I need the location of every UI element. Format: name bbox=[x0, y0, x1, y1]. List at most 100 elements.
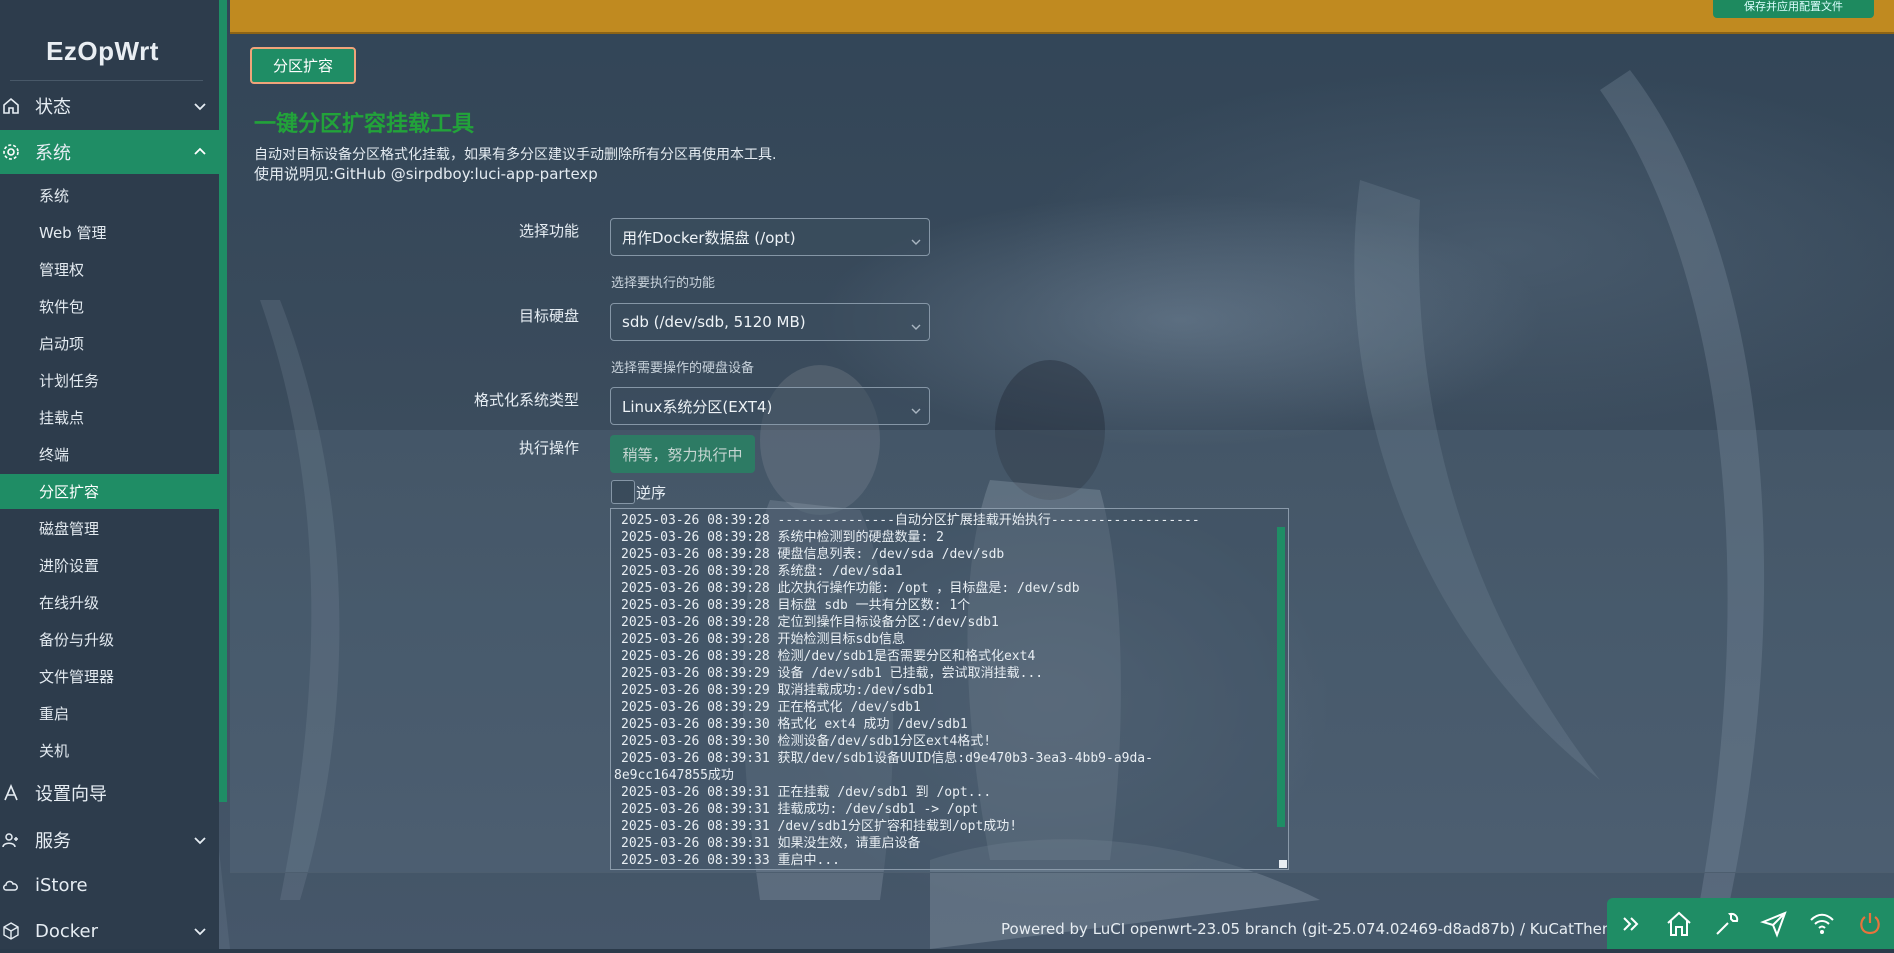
sidebar-item-label: 系统 bbox=[35, 143, 71, 164]
chevron-down-icon bbox=[911, 318, 921, 336]
log-line: 2025-03-26 08:39:29 设备 /dev/sdb1 已挂载，尝试取… bbox=[621, 666, 1044, 681]
chevron-down-icon bbox=[911, 233, 921, 251]
box-icon bbox=[1, 921, 21, 941]
footer-divider bbox=[230, 872, 1894, 873]
users-icon bbox=[1, 830, 21, 850]
sidebar-sub-mounts[interactable]: 挂载点 bbox=[0, 400, 219, 435]
sidebar-item-wizard[interactable]: 设置向导 bbox=[0, 771, 219, 815]
sidebar-sub-shutdown[interactable]: 关机 bbox=[0, 733, 219, 768]
home-icon bbox=[1, 96, 21, 116]
wizard-icon bbox=[1, 783, 21, 803]
log-line: 2025-03-26 08:39:31 挂载成功: /dev/sdb1 -> /… bbox=[621, 802, 979, 817]
wrench-icon[interactable] bbox=[1703, 898, 1751, 949]
log-line: 2025-03-26 08:39:31 /dev/sdb1分区扩容和挂载到/op… bbox=[621, 819, 1018, 834]
quick-dock bbox=[1607, 898, 1894, 949]
sidebar-sub-label: 磁盘管理 bbox=[39, 520, 100, 538]
disk-select[interactable]: sdb (/dev/sdb, 5120 MB) bbox=[610, 303, 930, 341]
log-line: 2025-03-26 08:39:31 获取/dev/sdb1设备UUID信息:… bbox=[621, 751, 1153, 766]
disk-label: 目标硬盘 bbox=[518, 307, 579, 325]
function-select[interactable]: 用作Docker数据盘 (/opt) bbox=[610, 218, 930, 256]
log-line: 2025-03-26 08:39:31 正在挂载 /dev/sdb1 到 /op… bbox=[621, 785, 992, 800]
sidebar-sub-label: 软件包 bbox=[39, 298, 85, 316]
sidebar-sub-label: 在线升级 bbox=[39, 594, 100, 612]
logo-divider bbox=[10, 80, 203, 81]
home-icon[interactable] bbox=[1655, 898, 1703, 949]
log-line: 2025-03-26 08:39:28 定位到操作目标设备分区:/dev/sdb… bbox=[621, 615, 999, 630]
footer-text: Powered by LuCI openwrt-23.05 branch (gi… bbox=[1001, 920, 1626, 938]
sidebar-sub-packages[interactable]: 软件包 bbox=[0, 289, 219, 324]
log-line: 2025-03-26 08:39:28 系统盘: /dev/sda1 bbox=[621, 564, 903, 579]
execute-button[interactable]: 稍等，努力执行中 bbox=[610, 435, 755, 473]
sidebar-sub-label: 挂载点 bbox=[39, 409, 85, 427]
sidebar-sub-label: 分区扩容 bbox=[39, 483, 100, 501]
sidebar-sub-web-admin[interactable]: Web 管理 bbox=[0, 215, 219, 250]
chevrons-right-icon[interactable] bbox=[1607, 898, 1655, 949]
sidebar-item-docker[interactable]: Docker bbox=[0, 909, 219, 953]
sidebar-sub-terminal[interactable]: 终端 bbox=[0, 437, 219, 472]
sidebar-sub-system[interactable]: 系统 bbox=[0, 178, 219, 213]
disk-select-value: sdb (/dev/sdb, 5120 MB) bbox=[622, 313, 806, 331]
sidebar-sub-partexp[interactable]: 分区扩容 bbox=[0, 474, 219, 509]
log-line: 2025-03-26 08:39:30 检测设备/dev/sdb1分区ext4格… bbox=[621, 734, 992, 749]
function-select-value: 用作Docker数据盘 (/opt) bbox=[622, 228, 796, 247]
sidebar-sub-label: 文件管理器 bbox=[39, 668, 115, 686]
sidebar-sub-online-upgrade[interactable]: 在线升级 bbox=[0, 585, 219, 620]
sidebar-sub-label: 系统 bbox=[39, 187, 70, 205]
sidebar-sub-disk-manager[interactable]: 磁盘管理 bbox=[0, 511, 219, 546]
top-notice-bar bbox=[230, 0, 1894, 34]
function-label: 选择功能 bbox=[518, 222, 579, 240]
chevron-down-icon bbox=[911, 402, 921, 420]
fs-type-label: 格式化系统类型 bbox=[473, 391, 579, 409]
sidebar-item-services[interactable]: 服务 bbox=[0, 818, 219, 862]
sidebar-sub-file-manager[interactable]: 文件管理器 bbox=[0, 659, 219, 694]
chevron-down-icon bbox=[193, 831, 207, 852]
page-description: 自动对目标设备分区格式化挂载，如果有多分区建议手动删除所有分区再使用本工具. bbox=[254, 147, 777, 163]
log-line: 2025-03-26 08:39:28 ---------------自动分区扩… bbox=[621, 513, 1200, 528]
chevron-down-icon bbox=[193, 922, 207, 943]
sidebar-item-label: 服务 bbox=[35, 831, 71, 852]
reverse-label: 逆序 bbox=[636, 484, 667, 502]
sidebar-sub-admin[interactable]: 管理权 bbox=[0, 252, 219, 287]
app-logo: EzOpWrt bbox=[46, 36, 159, 66]
exec-label: 执行操作 bbox=[518, 439, 579, 457]
log-line: 2025-03-26 08:39:31 如果没生效，请重启设备 bbox=[621, 836, 921, 851]
sidebar-sub-label: 关机 bbox=[39, 742, 70, 760]
wifi-icon[interactable] bbox=[1798, 898, 1846, 949]
log-textarea[interactable]: 2025-03-26 08:39:28 ---------------自动分区扩… bbox=[610, 508, 1289, 870]
sidebar-sub-startup[interactable]: 启动项 bbox=[0, 326, 219, 361]
sidebar-sub-backup[interactable]: 备份与升级 bbox=[0, 622, 219, 657]
sidebar-item-label: Docker bbox=[35, 920, 99, 942]
chevron-up-icon bbox=[193, 143, 207, 164]
log-line: 2025-03-26 08:39:28 系统中检测到的硬盘数量: 2 bbox=[621, 530, 945, 545]
log-line: 2025-03-26 08:39:29 正在格式化 /dev/sdb1 bbox=[621, 700, 921, 715]
sidebar-item-status[interactable]: 状态 bbox=[0, 84, 219, 128]
sidebar-item-istore[interactable]: iStore bbox=[0, 863, 219, 907]
fs-type-select-value: Linux系统分区(EXT4) bbox=[622, 397, 773, 416]
resize-handle-icon[interactable] bbox=[1279, 860, 1287, 868]
chevron-down-icon bbox=[193, 97, 207, 118]
log-line: 2025-03-26 08:39:28 目标盘 sdb 一共有分区数: 1个 bbox=[621, 598, 971, 613]
save-apply-button[interactable]: 保存并应用配置文件 bbox=[1713, 0, 1874, 18]
log-line: 2025-03-26 08:39:30 格式化 ext4 成功 /dev/sdb… bbox=[621, 717, 968, 732]
sidebar-sub-reboot[interactable]: 重启 bbox=[0, 696, 219, 731]
sidebar-sub-advanced[interactable]: 进阶设置 bbox=[0, 548, 219, 583]
log-line: 8e9cc1647855成功 bbox=[614, 768, 734, 783]
fs-type-select[interactable]: Linux系统分区(EXT4) bbox=[610, 387, 930, 425]
sidebar-sub-label: Web 管理 bbox=[39, 224, 107, 242]
sidebar-sub-label: 计划任务 bbox=[39, 372, 100, 390]
sidebar-sub-crontab[interactable]: 计划任务 bbox=[0, 363, 219, 398]
gear-icon bbox=[1, 142, 21, 162]
sidebar-sub-label: 启动项 bbox=[39, 335, 85, 353]
power-icon[interactable] bbox=[1846, 898, 1894, 949]
sidebar-scrollbar[interactable] bbox=[219, 0, 227, 802]
sidebar-sub-label: 管理权 bbox=[39, 261, 85, 279]
page-title: 一键分区扩容挂载工具 bbox=[254, 112, 475, 137]
sidebar-sub-label: 重启 bbox=[39, 705, 70, 723]
log-line: 2025-03-26 08:39:28 硬盘信息列表: /dev/sda /de… bbox=[621, 547, 1005, 562]
sidebar-item-system[interactable]: 系统 bbox=[0, 130, 219, 174]
log-scrollbar[interactable] bbox=[1277, 527, 1285, 827]
send-icon[interactable] bbox=[1750, 898, 1798, 949]
reverse-checkbox[interactable] bbox=[611, 480, 635, 504]
tab-partexp[interactable]: 分区扩容 bbox=[250, 47, 356, 84]
log-line: 2025-03-26 08:39:29 取消挂载成功:/dev/sdb1 bbox=[621, 683, 934, 698]
